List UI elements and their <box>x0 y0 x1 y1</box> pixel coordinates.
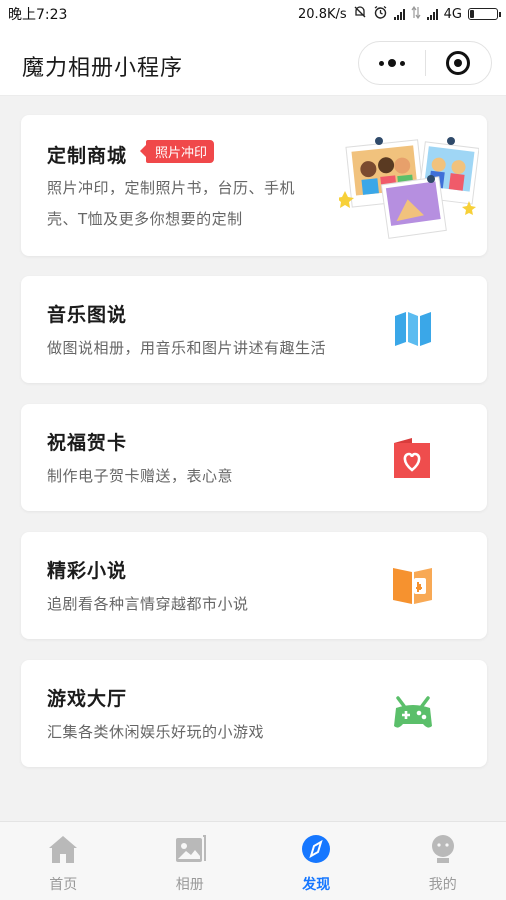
more-dots-icon <box>378 59 405 67</box>
card-description: 做图说相册，用音乐和图片讲述有趣生活 <box>47 339 327 357</box>
tab-profile[interactable]: 我的 <box>380 822 506 900</box>
card-title: 游戏大厅 <box>47 688 128 710</box>
card-custom-mall[interactable]: 定制商城 照片冲印 照片冲印，定制照片书，台历、手机 壳、T恤及更多你想要的定制 <box>21 115 487 256</box>
more-button[interactable] <box>359 42 425 84</box>
page-title: 魔力相册小程序 <box>22 56 184 81</box>
photo-collage-icon <box>336 129 480 243</box>
card-music-story[interactable]: 音乐图说 做图说相册，用音乐和图片讲述有趣生活 <box>21 276 487 383</box>
open-book-icon <box>392 564 434 612</box>
close-mini-program-button[interactable] <box>426 42 492 84</box>
tab-label: 发现 <box>302 877 331 893</box>
home-icon <box>47 834 79 868</box>
card-description-line2: 壳、T恤及更多你想要的定制 <box>47 210 243 228</box>
tab-discover[interactable]: 发现 <box>253 822 380 900</box>
mini-program-capsule <box>358 41 492 85</box>
mute-bell-icon <box>353 5 367 23</box>
network-type: 4G <box>443 6 462 22</box>
album-icon <box>174 834 206 868</box>
card-description: 制作电子贺卡赠送，表心意 <box>47 467 234 485</box>
tab-label: 我的 <box>428 877 457 893</box>
map-fold-icon <box>394 311 432 351</box>
card-greeting-card[interactable]: 祝福贺卡 制作电子贺卡赠送，表心意 <box>21 404 487 511</box>
card-novels[interactable]: 精彩小说 追剧看各种言情穿越都市小说 <box>21 532 487 639</box>
signal-icon-2 <box>426 8 438 20</box>
signal-icon <box>393 8 405 20</box>
tab-label: 相册 <box>175 877 204 893</box>
card-description: 追剧看各种言情穿越都市小说 <box>47 595 249 613</box>
card-title: 祝福贺卡 <box>47 432 128 454</box>
network-speed: 20.8K/s <box>298 6 347 22</box>
card-description-line1: 照片冲印，定制照片书，台历、手机 <box>47 179 296 197</box>
data-arrows-icon <box>411 5 421 23</box>
nav-bar: 魔力相册小程序 <box>0 28 506 96</box>
gamepad-icon <box>392 696 434 736</box>
battery-icon <box>468 8 501 20</box>
target-close-icon <box>446 51 471 75</box>
card-game-hall[interactable]: 游戏大厅 汇集各类休闲娱乐好玩的小游戏 <box>21 660 487 767</box>
status-indicators: 20.8K/s 4G <box>298 5 501 24</box>
tab-album[interactable]: 相册 <box>127 822 254 900</box>
card-title: 精彩小说 <box>47 560 128 582</box>
status-bar: 晚上7:23 20.8K/s 4G <box>0 0 506 28</box>
bottom-tab-bar: 首页 相册 发现 我的 <box>0 821 506 900</box>
alarm-icon <box>373 5 388 24</box>
heart-card-icon <box>392 437 432 483</box>
card-title: 定制商城 <box>47 145 128 167</box>
tab-label: 首页 <box>49 877 78 893</box>
status-time: 晚上7:23 <box>8 7 68 23</box>
profile-icon <box>427 834 459 868</box>
tab-home[interactable]: 首页 <box>0 822 127 900</box>
card-description: 汇集各类休闲娱乐好玩的小游戏 <box>47 723 265 741</box>
card-title: 音乐图说 <box>47 304 128 326</box>
photo-print-badge: 照片冲印 <box>139 140 215 163</box>
compass-icon <box>300 834 332 868</box>
